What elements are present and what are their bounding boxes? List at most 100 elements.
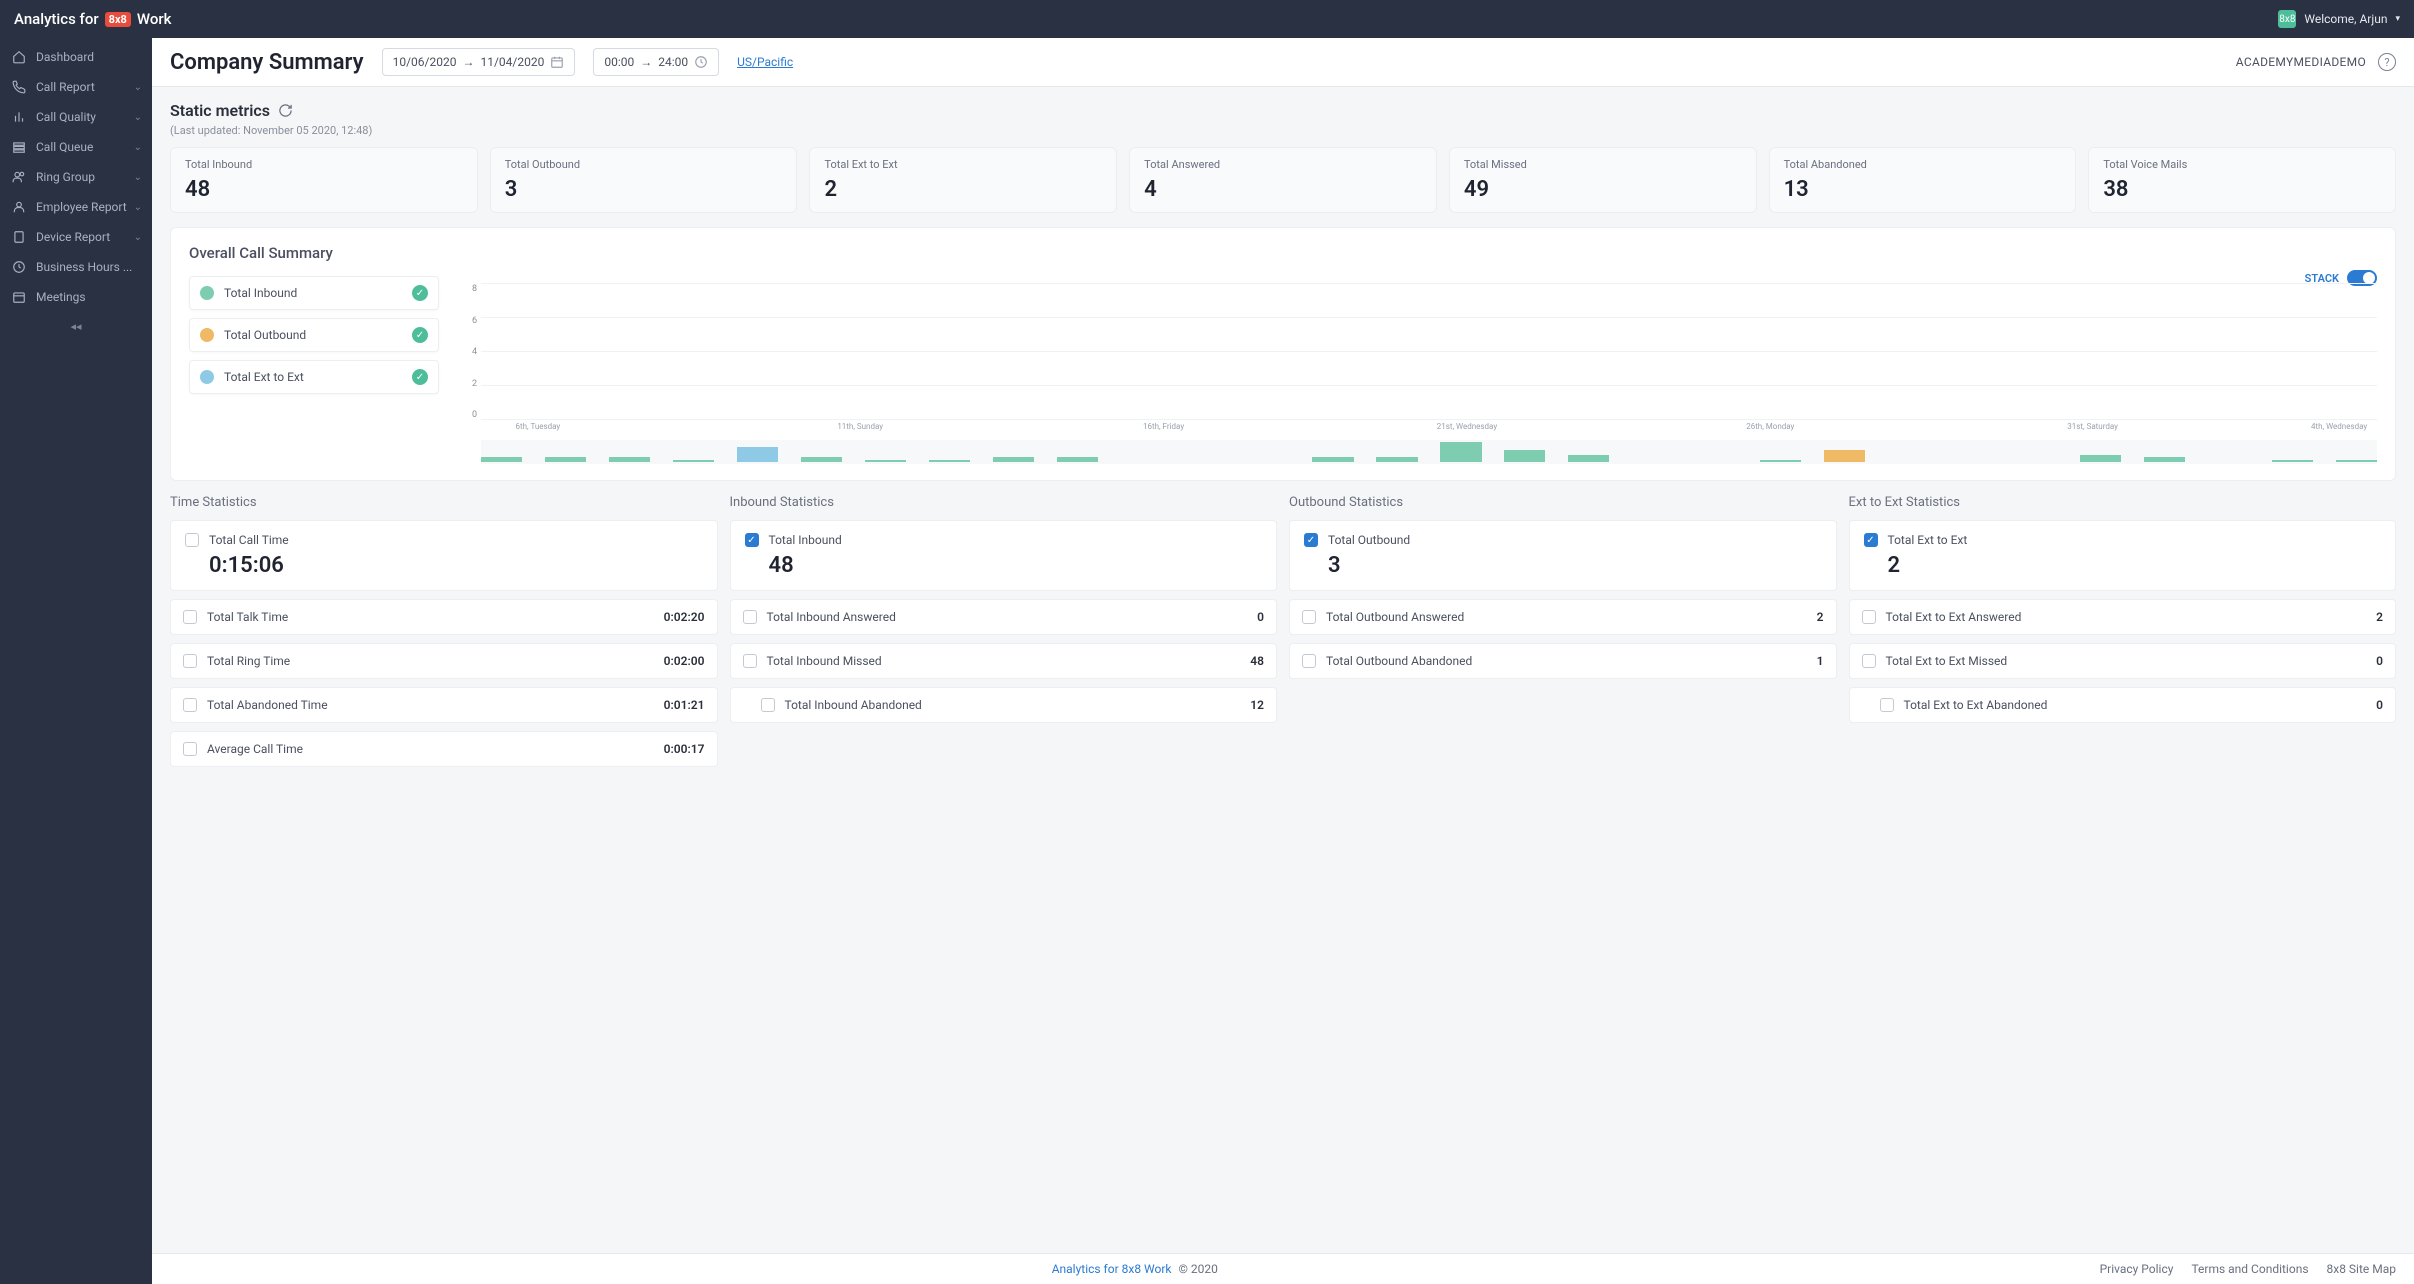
footer-link-privacy-policy[interactable]: Privacy Policy <box>2100 1262 2174 1276</box>
sidebar-item-business-hours-[interactable]: Business Hours ... <box>0 252 152 282</box>
metric-value: 3 <box>505 177 783 202</box>
app-title-prefix: Analytics for <box>14 10 99 28</box>
home-icon <box>12 50 26 64</box>
metric-value: 38 <box>2103 177 2381 202</box>
stat-row: Total Talk Time0:02:20 <box>170 599 718 635</box>
stat-label: Total Ext to Ext Abandoned <box>1904 698 2377 712</box>
mini-bar <box>993 457 1034 462</box>
legend-item-total-inbound[interactable]: Total Inbound✓ <box>189 276 439 310</box>
mini-bar <box>1760 460 1801 463</box>
chart-bars <box>481 284 2377 420</box>
checkbox[interactable] <box>745 533 759 547</box>
metric-value: 49 <box>1464 177 1742 202</box>
checkbox[interactable] <box>183 654 197 668</box>
checkbox[interactable] <box>1862 610 1876 624</box>
metric-label: Total Answered <box>1144 158 1422 171</box>
stat-row: Total Inbound Missed48 <box>730 643 1278 679</box>
y-tick: 2 <box>463 379 477 389</box>
mini-bar <box>1057 457 1098 462</box>
x-tick-label: 16th, Friday <box>1143 422 1184 431</box>
stat-label: Total Inbound Abandoned <box>785 698 1251 712</box>
checkbox[interactable] <box>743 610 757 624</box>
users-icon <box>12 170 26 184</box>
sidebar-item-label: Business Hours ... <box>36 260 132 274</box>
sidebar-item-device-report[interactable]: Device Report⌄ <box>0 222 152 252</box>
sidebar-item-label: Call Report <box>36 80 95 94</box>
checkbox[interactable] <box>1304 533 1318 547</box>
chevron-down-icon: ⌄ <box>134 232 142 243</box>
user-area[interactable]: 8x8 Welcome, Arjun ▾ <box>2278 10 2400 28</box>
checkbox[interactable] <box>1864 533 1878 547</box>
sidebar-item-call-queue[interactable]: Call Queue⌄ <box>0 132 152 162</box>
time-range-picker[interactable]: 00:00 → 24:00 <box>593 48 719 76</box>
sidebar-item-label: Meetings <box>36 290 86 304</box>
checkbox[interactable] <box>183 610 197 624</box>
timezone-link[interactable]: US/Pacific <box>737 55 793 69</box>
app-title-suffix: Work <box>137 10 172 28</box>
stat-card-head: Total Ext to Ext2 <box>1849 520 2397 591</box>
help-icon[interactable]: ? <box>2378 53 2396 71</box>
sidebar-item-ring-group[interactable]: Ring Group⌄ <box>0 162 152 192</box>
stat-row: Total Ext to Ext Missed0 <box>1849 643 2397 679</box>
legend-item-total-outbound[interactable]: Total Outbound✓ <box>189 318 439 352</box>
time-to: 24:00 <box>658 55 688 69</box>
y-tick: 6 <box>463 316 477 326</box>
stat-label: Total Ext to Ext Answered <box>1886 610 2377 624</box>
sidebar-item-dashboard[interactable]: Dashboard <box>0 42 152 72</box>
refresh-icon[interactable] <box>278 103 293 118</box>
legend-col: Total Inbound✓ Total Outbound✓ Total Ext t… <box>189 276 439 464</box>
stat-label: Total Call Time <box>209 533 703 547</box>
checkbox[interactable] <box>183 698 197 712</box>
mini-bar <box>737 447 778 462</box>
stat-value: 0:02:00 <box>664 654 705 668</box>
user-avatar: 8x8 <box>2278 10 2296 28</box>
sidebar: DashboardCall Report⌄Call Quality⌄Call Q… <box>0 38 152 1284</box>
checkbox[interactable] <box>1880 698 1894 712</box>
x-tick-label: 11th, Sunday <box>837 422 883 431</box>
legend-dot <box>200 370 214 384</box>
stat-value: 48 <box>1250 654 1264 668</box>
footer-link--x-site-map[interactable]: 8x8 Site Map <box>2327 1262 2396 1276</box>
footer-link-terms-and-conditions[interactable]: Terms and Conditions <box>2191 1262 2308 1276</box>
mini-bar <box>673 460 714 463</box>
mini-bar <box>609 457 650 462</box>
stats-title: Time Statistics <box>170 495 718 510</box>
mini-chart[interactable] <box>481 440 2377 464</box>
bars-icon <box>12 110 26 124</box>
stats-title: Ext to Ext Statistics <box>1849 495 2397 510</box>
mini-bar <box>2080 455 2121 463</box>
sidebar-item-employee-report[interactable]: Employee Report⌄ <box>0 192 152 222</box>
sidebar-item-call-report[interactable]: Call Report⌄ <box>0 72 152 102</box>
stat-label: Total Inbound Missed <box>767 654 1251 668</box>
time-from: 00:00 <box>604 55 634 69</box>
collapse-sidebar-button[interactable]: ◂◂ <box>0 312 152 341</box>
footer-brand-link[interactable]: Analytics for 8x8 Work <box>1052 1262 1172 1276</box>
legend-label: Total Outbound <box>224 328 402 342</box>
stat-value: 0:01:21 <box>664 698 705 712</box>
metric-card-total-answered: Total Answered 4 <box>1129 147 1437 213</box>
sidebar-item-meetings[interactable]: Meetings <box>0 282 152 312</box>
stat-head-value: 0:15:06 <box>209 553 284 578</box>
checkbox[interactable] <box>761 698 775 712</box>
checkbox[interactable] <box>1302 654 1316 668</box>
checkbox[interactable] <box>743 654 757 668</box>
checkbox[interactable] <box>185 533 199 547</box>
date-range-picker[interactable]: 10/06/2020 → 11/04/2020 <box>382 48 576 76</box>
stat-row: Average Call Time0:00:17 <box>170 731 718 767</box>
stat-value: 2 <box>1817 610 1824 624</box>
checkbox[interactable] <box>183 742 197 756</box>
mini-bar <box>2144 457 2185 462</box>
metric-value: 4 <box>1144 177 1422 202</box>
stats-title: Inbound Statistics <box>730 495 1278 510</box>
checkbox[interactable] <box>1302 610 1316 624</box>
arrow-right-icon: → <box>640 55 652 69</box>
checkbox[interactable] <box>1862 654 1876 668</box>
metric-value: 2 <box>824 177 1102 202</box>
legend-item-total-ext-to-ext[interactable]: Total Ext to Ext✓ <box>189 360 439 394</box>
calendar-icon <box>550 55 564 69</box>
sidebar-item-call-quality[interactable]: Call Quality⌄ <box>0 102 152 132</box>
metric-card-total-inbound: Total Inbound48 <box>170 147 478 213</box>
mini-bar <box>1504 450 1545 463</box>
mini-bar <box>1440 442 1481 462</box>
metric-value: 13 <box>1784 177 2062 202</box>
